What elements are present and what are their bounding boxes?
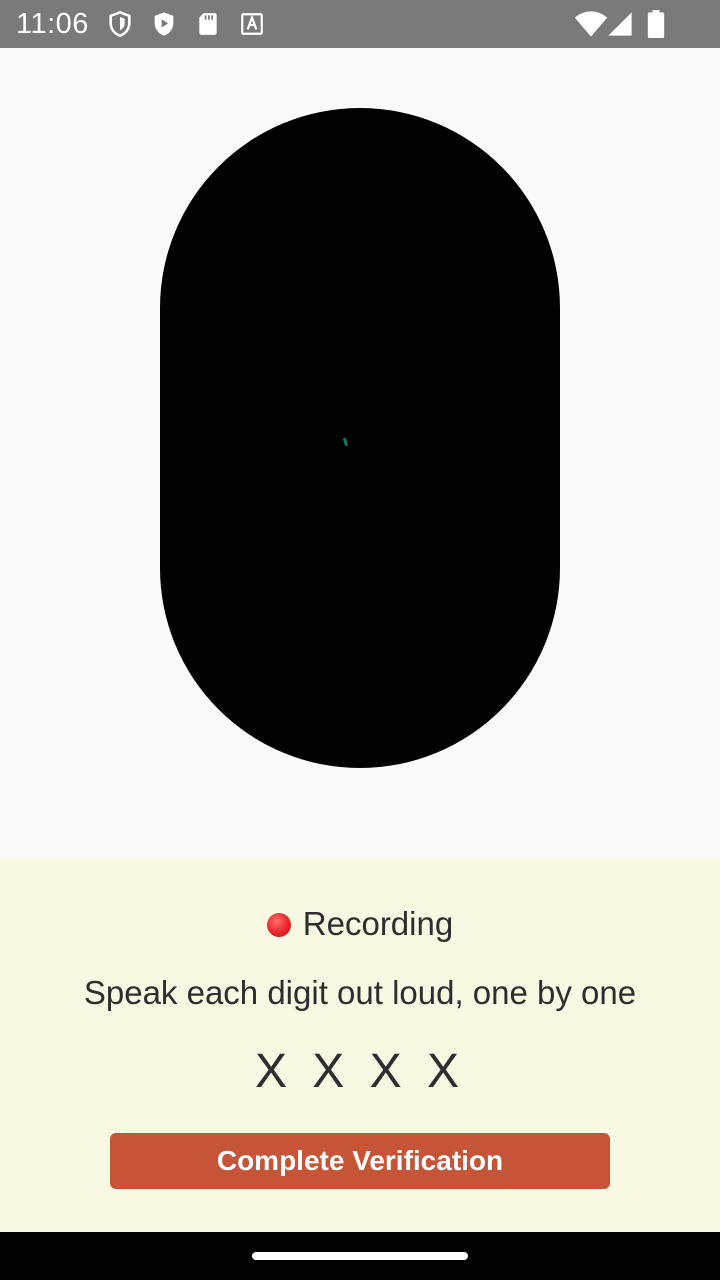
instruction-text: Speak each digit out loud, one by one xyxy=(83,974,637,1011)
navigation-bar xyxy=(0,1232,720,1280)
camera-preview xyxy=(160,108,560,768)
signal-icon xyxy=(606,10,634,43)
shield-icon xyxy=(106,10,134,43)
status-time: 11:06 xyxy=(16,8,89,40)
status-bar: 11:06 xyxy=(0,0,720,48)
verification-panel: Recording Speak each digit out loud, one… xyxy=(0,858,720,1232)
sd-card-icon xyxy=(195,10,221,43)
complete-verification-button[interactable]: Complete Verification xyxy=(110,1133,610,1189)
wifi-icon xyxy=(574,10,608,43)
font-a-icon xyxy=(239,10,265,43)
digit-prompt: X X X X xyxy=(254,1045,466,1098)
home-gesture-handle[interactable] xyxy=(252,1252,468,1260)
recording-indicator: Recording xyxy=(0,904,720,944)
battery-icon xyxy=(644,10,668,43)
camera-speck xyxy=(342,437,349,447)
play-protect-icon xyxy=(150,10,178,43)
camera-area xyxy=(0,48,720,858)
recording-label: Recording xyxy=(302,905,454,942)
recording-dot-icon xyxy=(266,913,291,937)
